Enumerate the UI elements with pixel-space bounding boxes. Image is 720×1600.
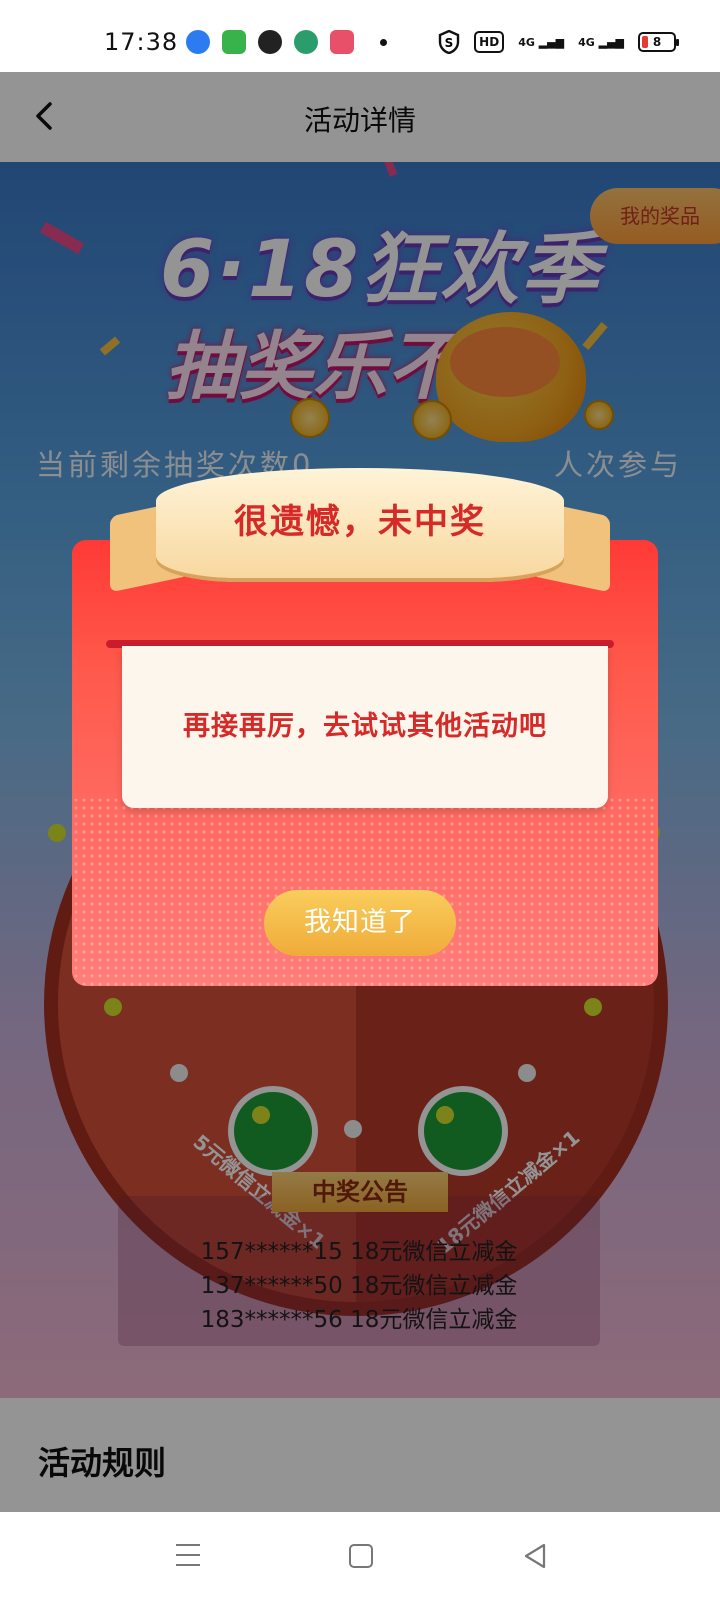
signal-2: 4G ▂▄▆: [578, 35, 624, 49]
signal-1: 4G ▂▄▆: [518, 35, 565, 49]
battery-icon: 8: [638, 32, 679, 52]
dialog-title: 很遗憾，未中奖: [234, 502, 486, 542]
browser-icon: [186, 30, 210, 54]
calendar-app-icon: [222, 30, 246, 54]
signal-1-label: 4G: [518, 35, 535, 49]
got-it-button[interactable]: 我知道了: [264, 890, 456, 956]
battery-level: 8: [652, 35, 662, 49]
hd-badge: HD: [474, 31, 505, 53]
dialog-title-ribbon: 很遗憾，未中奖: [110, 468, 610, 598]
signal-2-label: 4G: [578, 35, 595, 49]
home-icon[interactable]: [349, 1544, 373, 1568]
status-right: S HD 4G ▂▄▆ 4G ▂▄▆ 8: [438, 30, 679, 54]
dialog-message-card: 再接再厉，去试试其他活动吧: [122, 646, 608, 808]
notification-icons: [186, 30, 387, 54]
svg-text:S: S: [445, 36, 454, 50]
menu-icon[interactable]: [176, 1544, 200, 1566]
system-nav-bar: [0, 1512, 720, 1600]
game-icon: [330, 30, 354, 54]
wechat-icon: [258, 30, 282, 54]
back-triangle-icon[interactable]: [522, 1542, 548, 1570]
more-notifications-dot: [380, 38, 387, 46]
status-time: 17:38: [104, 28, 179, 56]
dialog-message: 再接再厉，去试试其他活动吧: [183, 711, 547, 742]
bank-icon: [294, 30, 318, 54]
status-bar: 17:38 S HD 4G ▂▄▆ 4G ▂▄▆ 8: [0, 0, 720, 72]
shield-icon: S: [438, 30, 460, 54]
ribbon-body: 很遗憾，未中奖: [156, 468, 564, 578]
